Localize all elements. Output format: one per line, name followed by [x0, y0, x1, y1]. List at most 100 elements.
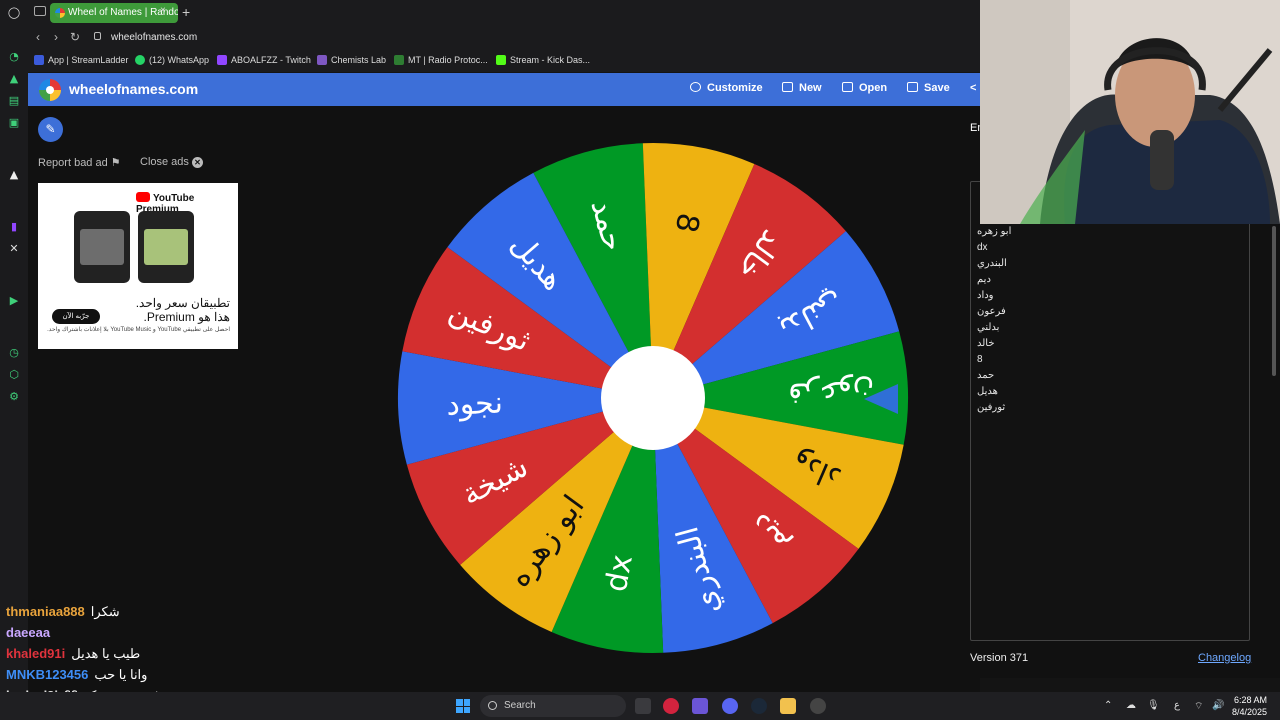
close-icon: ✕ — [191, 157, 203, 168]
entry-line: بدلني — [977, 322, 1000, 333]
clock-time: 6:28 AM — [1234, 695, 1268, 705]
microphone-icon[interactable]: 🎙 — [1147, 700, 1160, 711]
scrollbar[interactable] — [1272, 226, 1276, 376]
tab-close-icon[interactable]: × — [160, 5, 166, 16]
arc-icon[interactable]: ▲ — [7, 168, 21, 182]
tab-wheel-of-names[interactable]: Wheel of Names | Random — [50, 3, 178, 23]
whatsapp-icon — [135, 55, 145, 65]
workspaces-icon[interactable] — [34, 6, 46, 16]
chat-message: khaled91i طيب يا هديل — [6, 646, 140, 662]
youtube-premium-ad[interactable]: YouTube Premium تطبيقان سعر واحد. هذا هو… — [38, 183, 238, 349]
ad-headline: تطبيقان سعر واحد. — [135, 296, 230, 310]
flag-icon: ⚑ — [110, 157, 121, 169]
player-icon[interactable]: ▶ — [7, 294, 21, 308]
entry-line: ابو زهره — [977, 226, 1012, 237]
chemists-lab-icon — [317, 55, 327, 65]
site-header: wheelofnames.com Customize New Open Save… — [28, 73, 980, 106]
close-ads-link[interactable]: Close ads ✕ — [140, 156, 203, 168]
palette-icon — [690, 82, 701, 92]
ad-subheadline: هذا هو Premium. — [143, 310, 230, 324]
bookmark-kick[interactable]: Stream - Kick Das... — [496, 55, 590, 65]
aria-icon[interactable]: ▲ — [7, 72, 21, 86]
bookmark-chemists-lab[interactable]: Chemists Lab — [317, 55, 386, 65]
taskbar-clock[interactable]: 6:28 AM 8/4/2025 — [1232, 694, 1267, 718]
site-brand[interactable]: wheelofnames.com — [69, 81, 198, 97]
version-label: Version 371 — [970, 652, 1029, 664]
share-icon[interactable]: < — [970, 82, 976, 94]
windows-start-icon[interactable] — [456, 699, 470, 713]
changelog-link[interactable]: Changelog — [1198, 652, 1251, 664]
workspace-icon[interactable]: ▤ — [7, 94, 21, 108]
bookmark-whatsapp[interactable]: (12) WhatsApp — [135, 55, 209, 65]
taskbar-search[interactable]: Search — [480, 695, 626, 717]
entries-textarea[interactable]: ابو زهره dx البندري ديم وداد فرعون بدلني خالد 8 ح… — [970, 181, 1250, 641]
streamladder-icon — [34, 55, 44, 65]
network-icon[interactable]: ⌔ — [1194, 700, 1203, 713]
wheel-segment-label: dx — [599, 552, 640, 595]
app-taskbar-icon[interactable] — [810, 698, 826, 714]
chat-text: وانا يا حب — [94, 667, 148, 682]
tab-strip: Wheel of Names | Random × + — [28, 0, 980, 26]
ad-cta-button[interactable]: جرّبه الآن — [52, 309, 100, 324]
app-taskbar-icon[interactable] — [692, 698, 708, 714]
entry-line: وداد — [977, 290, 994, 301]
clock-date: 8/4/2025 — [1232, 707, 1268, 717]
chevron-up-icon[interactable]: ⌃ — [1104, 700, 1112, 711]
cloud-icon[interactable]: ☁ — [1126, 700, 1136, 711]
bookmark-streamladder[interactable]: App | StreamLadder — [34, 55, 128, 65]
entry-line: البندري — [977, 258, 1007, 269]
new-button[interactable]: New — [782, 82, 822, 94]
steam-icon[interactable] — [751, 698, 767, 714]
forward-button[interactable]: › — [54, 30, 58, 44]
wheel[interactable]: حمد 8 خالد بدلني فرعون وداد ديم البندري dx ابو زه… — [388, 140, 918, 675]
new-tab-button[interactable]: + — [182, 4, 190, 20]
ad-body: احصل على تطبيقي YouTube و YouTube Music … — [47, 327, 230, 333]
entry-line: هديل — [977, 386, 998, 397]
speed-dial-icon[interactable]: ◔ — [7, 50, 21, 64]
extensions-icon[interactable]: ⬡ — [7, 368, 21, 382]
page-body: ✎ Report bad ad ⚑ Close ads ✕ YouTube Pre… — [28, 106, 980, 692]
x-icon[interactable]: ✕ — [7, 242, 21, 256]
save-button[interactable]: Save — [907, 82, 950, 94]
bookmark-radio-protocol[interactable]: MT | Radio Protoc... — [394, 55, 488, 65]
entry-line: 8 — [977, 354, 983, 365]
edit-pencil-icon[interactable]: ✎ — [38, 117, 63, 142]
entry-line: dx — [977, 242, 988, 253]
twitch-icon — [217, 55, 227, 65]
settings-gear-icon[interactable]: ⚙ — [7, 390, 21, 404]
history-icon[interactable]: ◷ — [7, 346, 21, 360]
task-view-icon[interactable] — [635, 698, 651, 714]
back-button[interactable]: ‹ — [36, 30, 40, 44]
webcam-overlay — [980, 0, 1280, 224]
chat-message: MNKB123456 وانا يا حب — [6, 667, 147, 683]
url-field[interactable]: wheelofnames.com — [111, 32, 197, 43]
messenger-icon[interactable]: ▣ — [7, 116, 21, 130]
wheel-segment-label: فرعون — [788, 373, 876, 411]
customize-button[interactable]: Customize — [690, 82, 763, 94]
kick-icon — [496, 55, 506, 65]
bookmark-twitch[interactable]: ABOALFZZ - Twitch — [217, 55, 311, 65]
open-button[interactable]: Open — [842, 82, 887, 94]
report-bad-ad-link[interactable]: Report bad ad ⚑ — [38, 156, 121, 169]
wheel-segment-label: نجود — [446, 386, 504, 423]
reload-button[interactable]: ↻ — [70, 30, 80, 44]
browser-sidebar: ◯ ◔ ▲ ▤ ▣ ▲ ▮ ✕ ▶ ◷ ⬡ ⚙ — [0, 0, 28, 692]
opera-logo-icon[interactable]: ◯ — [7, 6, 21, 20]
phone-image — [138, 211, 194, 283]
wheel-logo-icon[interactable] — [39, 79, 61, 101]
wheel-center-hub[interactable] — [601, 346, 705, 450]
taskbar: Search ⌃ ☁ 🎙 ع ⌔ 🔊 6:28 AM 8/4/2025 — [0, 692, 1280, 720]
discord-icon[interactable] — [722, 698, 738, 714]
chat-message: daeeaa — [6, 625, 56, 640]
language-indicator[interactable]: ع — [1174, 700, 1180, 711]
opera-taskbar-icon[interactable] — [663, 698, 679, 714]
streamer-webcam-image — [980, 0, 1280, 224]
twitch-icon[interactable]: ▮ — [7, 220, 21, 234]
file-explorer-icon[interactable] — [780, 698, 796, 714]
entry-line: ديم — [977, 274, 991, 285]
wheel-svg[interactable]: حمد 8خالدبدلنيفرعونودادديمالبندريdxابو زه… — [388, 140, 918, 670]
entry-line: خالد — [977, 338, 995, 349]
chat-username: daeeaa — [6, 625, 51, 640]
volume-icon[interactable]: 🔊 — [1212, 700, 1224, 711]
chat-username: MNKB123456 — [6, 667, 89, 682]
